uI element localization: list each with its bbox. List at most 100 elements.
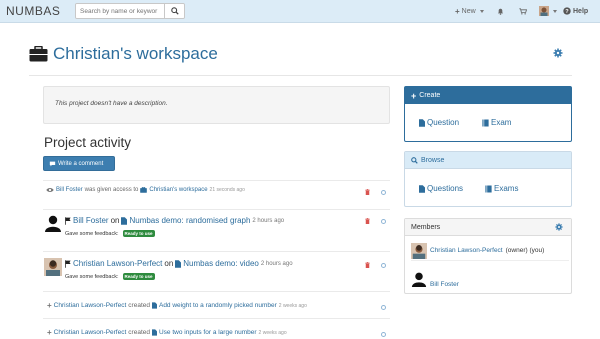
avatar xyxy=(44,214,62,234)
activity-verb: on xyxy=(110,216,120,225)
question-circle-icon: ? xyxy=(563,7,571,15)
navbar: NUMBAS + New ? Help xyxy=(0,0,600,23)
cart-icon xyxy=(519,7,527,14)
mark-read-button[interactable] xyxy=(381,305,386,310)
avatar xyxy=(411,272,427,287)
file-icon xyxy=(175,259,182,268)
project-settings-button[interactable] xyxy=(553,48,563,60)
mark-read-button[interactable] xyxy=(381,190,386,195)
mark-read-button[interactable] xyxy=(381,263,386,268)
file-icon xyxy=(419,118,425,127)
browse-panel-title: Browse xyxy=(421,156,445,164)
activity-user-link[interactable]: Bill Foster xyxy=(56,187,83,193)
activity-user-link[interactable]: Christian Lawson-Perfect xyxy=(54,302,127,309)
activity-time: 21 seconds ago xyxy=(209,187,245,193)
brand-logo[interactable]: NUMBAS xyxy=(6,4,60,18)
activity-target-link[interactable]: Add weight to a randomly picked number xyxy=(159,302,277,309)
delete-button[interactable] xyxy=(365,189,370,197)
activity-time: 2 hours ago xyxy=(260,260,293,267)
activity-item: Christian Lawson-Perfect on Numbas demo:… xyxy=(43,251,390,288)
create-panel-title: Create xyxy=(419,92,441,99)
members-panel-title: Members xyxy=(411,223,441,231)
create-question-label: Question xyxy=(427,118,460,127)
page-title-text[interactable]: Christian's workspace xyxy=(53,44,218,64)
new-menu-label: New xyxy=(461,7,476,15)
help-link[interactable]: ? Help xyxy=(563,4,588,18)
activity-verb: on xyxy=(164,259,174,268)
user-menu[interactable] xyxy=(539,4,557,18)
browse-exams-link[interactable]: Exams xyxy=(485,184,518,193)
search-box xyxy=(75,3,185,19)
plus-icon: + xyxy=(411,90,417,101)
delete-button[interactable] xyxy=(365,262,370,270)
browse-questions-label: Questions xyxy=(427,184,464,193)
activity-target-link[interactable]: Numbas demo: video xyxy=(183,259,259,268)
write-comment-label: Write a comment xyxy=(58,160,104,167)
create-exam-label: Exam xyxy=(491,118,512,127)
plus-icon: + xyxy=(455,6,460,16)
search-button[interactable] xyxy=(164,4,184,18)
activity-target-link[interactable]: Christian's workspace xyxy=(149,187,207,193)
page-title: Christian's workspace xyxy=(29,44,218,64)
member-name-link[interactable]: Christian Lawson-Perfect xyxy=(430,247,503,254)
activity-user-link[interactable]: Christian Lawson-Perfect xyxy=(54,329,127,336)
gear-icon xyxy=(555,223,563,231)
status-badge: Ready to use xyxy=(122,273,155,280)
status-badge: Ready to use xyxy=(122,230,155,237)
activity-user-link[interactable]: Christian Lawson-Perfect xyxy=(73,259,162,268)
browse-questions-link[interactable]: Questions xyxy=(419,184,463,193)
avatar xyxy=(44,258,62,278)
activity-item: + Christian Lawson-Perfect created Use t… xyxy=(43,318,390,339)
briefcase-icon xyxy=(29,46,48,62)
eye-icon xyxy=(46,188,54,192)
write-comment-button[interactable]: Write a comment xyxy=(43,156,115,171)
create-panel-heading: + Create xyxy=(405,87,571,104)
file-icon xyxy=(151,302,157,309)
search-icon xyxy=(411,156,418,164)
divider xyxy=(29,75,572,76)
create-exam-link[interactable]: Exam xyxy=(482,118,511,127)
search-input[interactable] xyxy=(76,4,166,18)
file-icon xyxy=(121,216,128,225)
members-panel-heading: Members xyxy=(405,219,571,236)
avatar xyxy=(539,6,549,16)
activity-verb: created xyxy=(128,302,150,309)
create-panel: + Create Question Exam xyxy=(404,86,572,142)
file-icon xyxy=(419,184,425,193)
plus-icon: + xyxy=(47,301,52,310)
member-name-link[interactable]: Bill Foster xyxy=(430,281,459,288)
members-panel: Members Christian Lawson-Perfect (owner)… xyxy=(404,218,572,294)
members-settings-button[interactable] xyxy=(555,223,563,233)
mark-read-button[interactable] xyxy=(381,219,386,224)
activity-time: 2 weeks ago xyxy=(258,329,287,336)
chevron-down-icon xyxy=(553,9,557,13)
trash-icon xyxy=(365,218,370,224)
file-icon xyxy=(151,329,157,336)
activity-target-link[interactable]: Numbas demo: randomised graph xyxy=(129,216,250,225)
activity-verb: created xyxy=(128,329,150,336)
delete-button[interactable] xyxy=(365,218,370,226)
help-label: Help xyxy=(573,7,589,15)
activity-verb: was given access to xyxy=(84,187,139,193)
trash-icon xyxy=(365,189,370,195)
basket-button[interactable] xyxy=(519,4,527,18)
activity-user-link[interactable]: Bill Foster xyxy=(73,216,109,225)
new-menu[interactable]: + New xyxy=(455,4,484,18)
member-role: (owner) (you) xyxy=(505,247,545,254)
description-text: This project doesn't have a description. xyxy=(55,100,168,107)
mark-read-button[interactable] xyxy=(381,332,386,337)
flag-icon xyxy=(65,259,71,268)
chevron-down-icon xyxy=(479,9,484,13)
create-question-link[interactable]: Question xyxy=(419,118,459,127)
notifications-button[interactable] xyxy=(497,4,504,18)
briefcase-icon xyxy=(140,187,148,193)
member-item: Bill Foster xyxy=(411,265,459,291)
activity-target-link[interactable]: Use two inputs for a large number xyxy=(159,329,257,336)
activity-item: + Christian Lawson-Perfect created Add w… xyxy=(43,291,390,318)
project-description: This project doesn't have a description. xyxy=(43,86,390,124)
activity-time: 2 weeks ago xyxy=(278,302,307,309)
feedback-text: Gave some feedback: xyxy=(65,273,119,280)
book-icon xyxy=(485,185,492,192)
member-item: Christian Lawson-Perfect (owner) (you) xyxy=(411,241,569,261)
trash-icon xyxy=(365,262,370,268)
